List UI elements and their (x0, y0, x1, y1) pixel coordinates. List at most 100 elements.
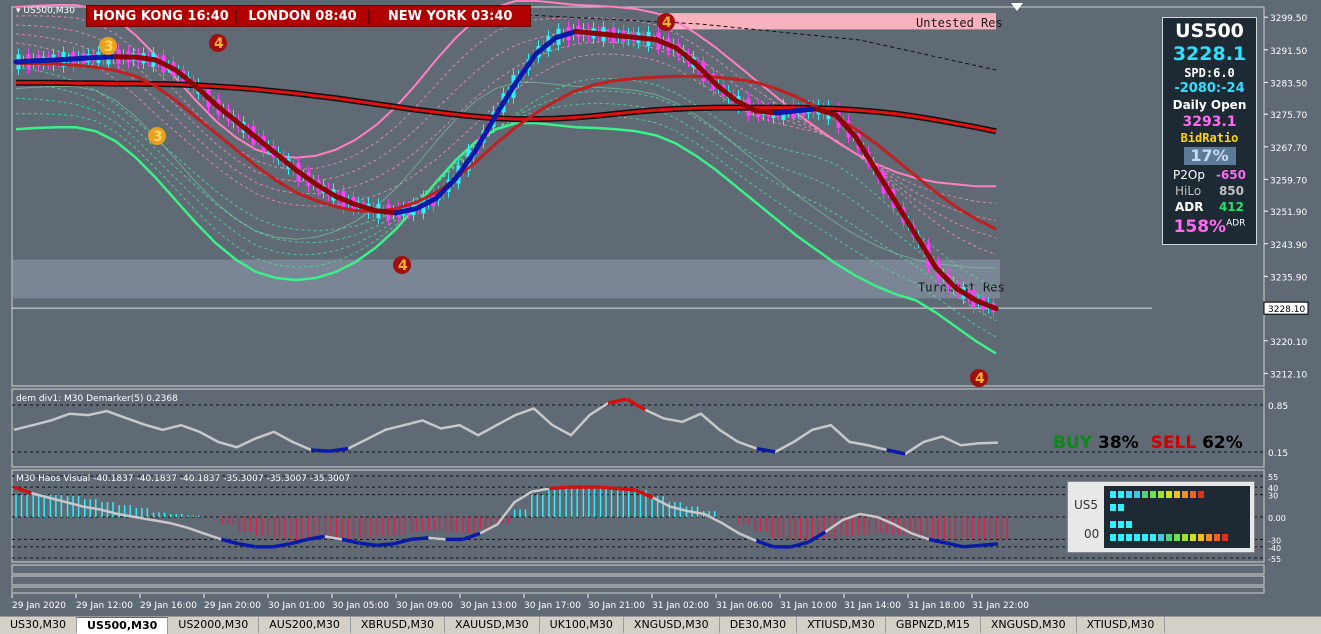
meter-bar (1158, 534, 1164, 541)
tab-xbrusd-m30[interactable]: XBRUSD,M30 (351, 617, 445, 633)
tab-us30-m30[interactable]: US30,M30 (0, 617, 77, 633)
demarker-panel (12, 389, 1264, 467)
clock-new-york: NEW YORK 03:40 (370, 9, 530, 24)
info-price: 3228.1 (1163, 43, 1256, 65)
fast-ma-segment (776, 111, 796, 113)
y-tick-label: 3275.70 (1270, 111, 1307, 121)
meter-bar (1110, 534, 1116, 541)
info-spread: SPD:6.0 (1163, 65, 1256, 81)
empty-panel-2 (12, 576, 1264, 585)
tab-xtiusd-m30[interactable]: XTIUSD,M30 (797, 617, 886, 633)
tab-de30-m30[interactable]: DE30,M30 (720, 617, 797, 633)
fast-ma-segment (136, 57, 156, 60)
info-daily-open-label: Daily Open (1163, 97, 1256, 113)
fast-ma-segment (56, 59, 76, 60)
haos-low-seg (411, 538, 428, 539)
tab-aus200-m30[interactable]: AUS200,M30 (259, 617, 351, 633)
haos-level-label: 55 (1268, 473, 1278, 482)
meter-bar (1118, 491, 1124, 498)
meter-bar (1150, 534, 1156, 541)
haos-level-label: -55 (1268, 555, 1281, 564)
haos-high-seg (601, 487, 618, 488)
meter-bar (1142, 491, 1148, 498)
zone-label-0: Untested Res (916, 16, 1003, 30)
signal-marker-label: 3 (104, 39, 114, 55)
y-tick-label: 3267.70 (1270, 144, 1307, 154)
info-symbol: US500 (1163, 20, 1256, 43)
meter-bar (1198, 534, 1204, 541)
y-tick-label: 3291.50 (1270, 47, 1307, 57)
haos-low-seg (963, 545, 980, 546)
meter-bar (1118, 504, 1124, 511)
meter-bar (1190, 491, 1196, 498)
meter-bar (1134, 491, 1140, 498)
x-tick-label: 31 Jan 14:00 (844, 601, 901, 611)
meter-bar (1142, 534, 1148, 541)
meter-bar (1222, 534, 1228, 541)
haos-level-label: 0.00 (1268, 514, 1286, 523)
x-tick-label: 29 Jan 16:00 (140, 601, 197, 611)
fast-ma-segment (36, 60, 56, 61)
info-daily-open: 3293.1 (1163, 113, 1256, 131)
haos-level-label: -40 (1268, 544, 1281, 553)
meter-bar (1134, 534, 1140, 541)
signal-marker-label: 3 (153, 129, 163, 145)
meter-bar (1126, 491, 1132, 498)
scroll-up-icon[interactable] (1011, 3, 1023, 11)
info-hilo-row: HiLo 850 (1163, 183, 1256, 199)
x-tick-label: 30 Jan 21:00 (588, 601, 645, 611)
y-tick-label: 3259.70 (1270, 176, 1307, 186)
meter-bar (1182, 491, 1188, 498)
demarker-oversold-seg (311, 450, 330, 451)
fast-ma-segment (376, 211, 396, 213)
tab-gbpnzd-m15[interactable]: GBPNZD,M15 (886, 617, 981, 633)
tab-xtiusd-m30[interactable]: XTIUSD,M30 (1077, 617, 1166, 633)
clock-hong-kong: HONG KONG 16:40 (87, 9, 237, 24)
info-adr-pct-row: 158%ADR (1163, 217, 1256, 237)
x-tick-label: 29 Jan 2020 (12, 601, 66, 611)
haos-low-seg (981, 544, 998, 545)
meter-bar (1166, 534, 1172, 541)
info-panel: US500 3228.1 SPD:6.0 -2080:-24 Daily Ope… (1162, 17, 1257, 245)
meter-bar (1206, 534, 1212, 541)
current-price-label: 3228.10 (1268, 305, 1305, 315)
meter-bar (1110, 504, 1116, 511)
x-tick-label: 30 Jan 17:00 (524, 601, 581, 611)
signal-marker-label: 4 (975, 371, 985, 387)
haos-low-seg (359, 543, 376, 545)
x-tick-label: 30 Jan 01:00 (268, 601, 325, 611)
x-tick-label: 30 Jan 13:00 (460, 601, 517, 611)
buy-sell-summary: BUY 38% SELL 62% (1053, 433, 1243, 453)
x-tick-label: 30 Jan 09:00 (396, 601, 453, 611)
haos-level-label: 30 (1268, 492, 1278, 501)
zone-1 (13, 260, 1000, 299)
tab-uk100-m30[interactable]: UK100,M30 (540, 617, 624, 633)
signal-marker-label: 4 (214, 36, 224, 52)
tab-xauusd-m30[interactable]: XAUUSD,M30 (445, 617, 540, 633)
chart-window[interactable]: Untested ResTurncoat Res3299.503291.5032… (0, 0, 1321, 633)
haos-label: M30 Haos Visual -40.1837 -40.1837 -40.18… (16, 474, 350, 484)
info-change: -2080:-24 (1163, 81, 1256, 97)
clock-london: LONDON 08:40 (237, 9, 371, 24)
meter-bar (1150, 491, 1156, 498)
symbol-title: ▾ US500,M30 (16, 6, 75, 16)
demarker-level-label: 0.15 (1268, 449, 1288, 459)
x-tick-label: 29 Jan 12:00 (76, 601, 133, 611)
tab-xngusd-m30[interactable]: XNGUSD,M30 (981, 617, 1077, 633)
meter-bar (1110, 521, 1116, 528)
tab-us2000-m30[interactable]: US2000,M30 (168, 617, 259, 633)
y-tick-label: 3299.50 (1270, 14, 1307, 24)
x-tick-label: 31 Jan 22:00 (972, 601, 1029, 611)
tab-xngusd-m30[interactable]: XNGUSD,M30 (624, 617, 720, 633)
dropdown-arrow-icon[interactable]: ▾ (16, 6, 21, 16)
meter-bar (1174, 534, 1180, 541)
fast-ma-segment (796, 109, 816, 111)
tab-us500-m30[interactable]: US500,M30 (77, 617, 168, 634)
y-tick-label: 3243.90 (1270, 241, 1307, 251)
y-tick-label: 3283.50 (1270, 79, 1307, 89)
x-tick-label: 31 Jan 06:00 (716, 601, 773, 611)
fast-ma-segment (636, 38, 656, 40)
meter-bar (1182, 534, 1188, 541)
meter-bar (1190, 534, 1196, 541)
session-clock-bar: HONG KONG 16:40 LONDON 08:40 NEW YORK 03… (86, 5, 531, 27)
